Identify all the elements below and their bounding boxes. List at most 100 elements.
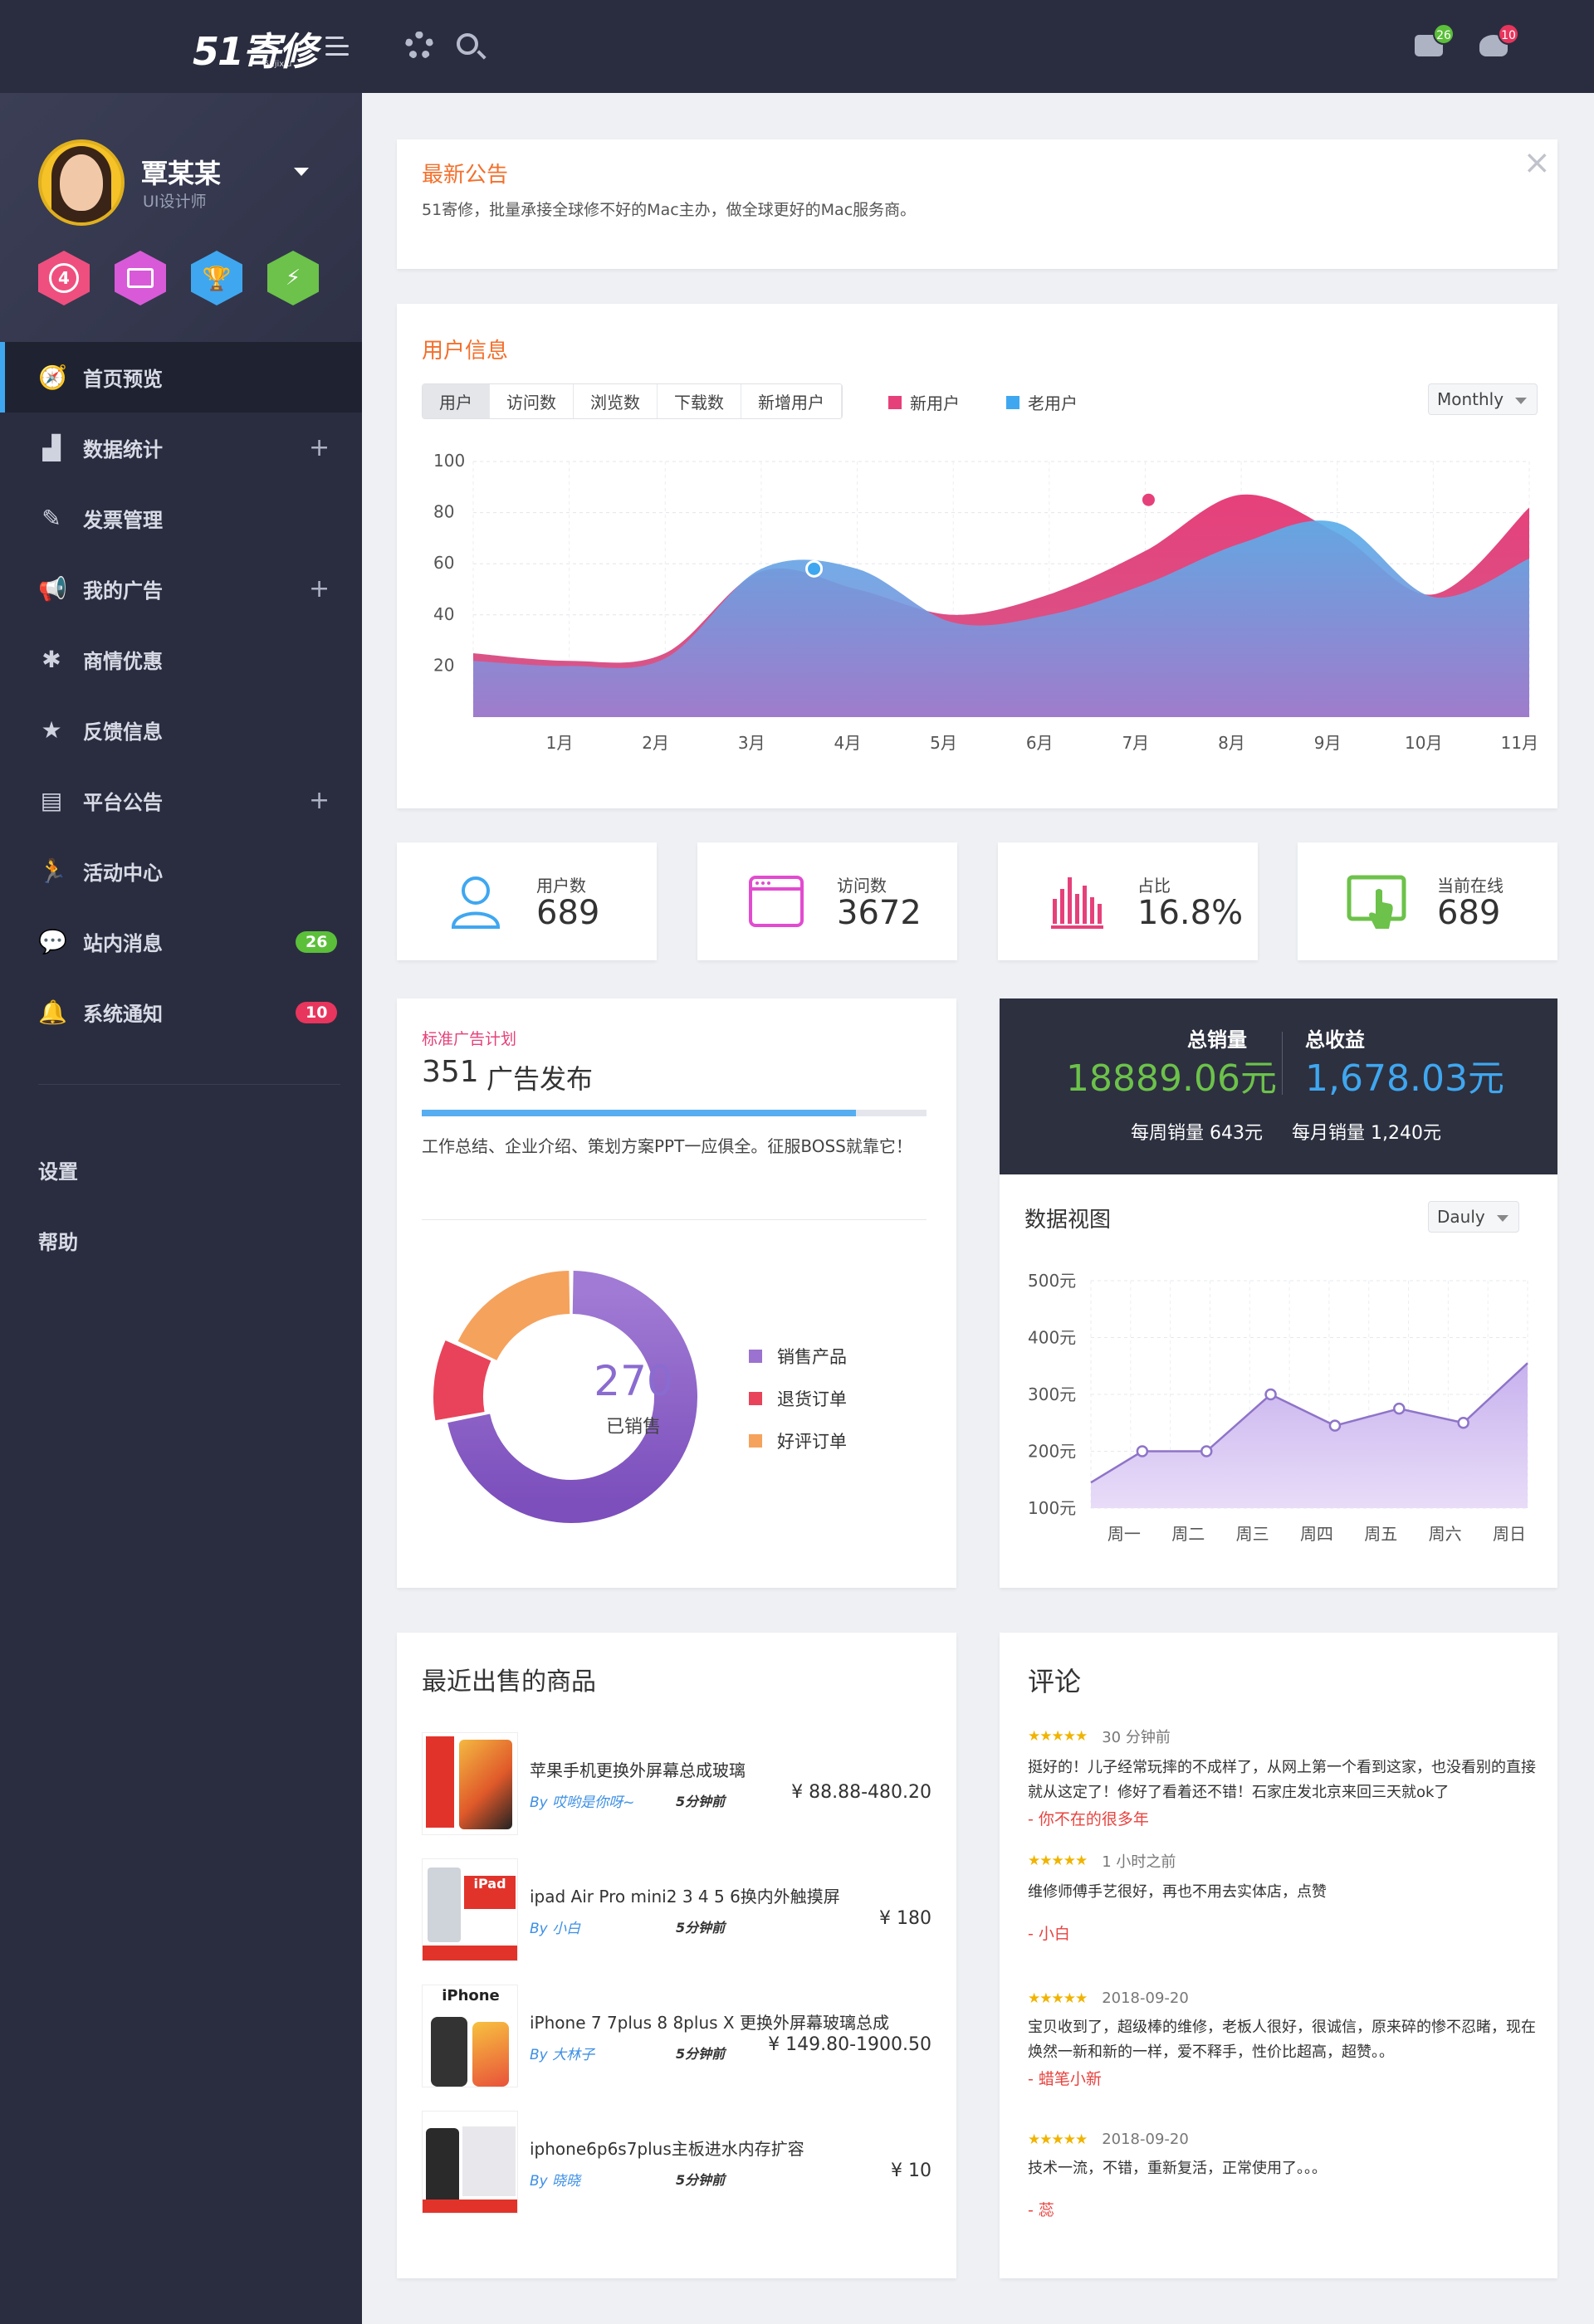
user-info-tabs: 用户 访问数 浏览数 下载数 新增用户 <box>422 383 843 419</box>
discount-icon: ✱ <box>42 645 61 673</box>
sidebar: 51寄修 51jixiu 覃某某 UI设计师 4 🏆 ⚡ 🧭 首页预览 ▟ 数据… <box>0 0 362 2324</box>
x-tick-label: 周二 <box>1171 1524 1205 1544</box>
ad-plan-description: 工作总结、企业介绍、策划方案PPT一应俱全。征服BOSS就靠它！ <box>422 1136 912 1156</box>
avatar[interactable] <box>38 139 125 226</box>
brand-logo[interactable]: 51寄修 <box>193 22 317 76</box>
sidebar-item-activity[interactable]: 🏃 活动中心 <box>0 836 362 906</box>
x-tick-label: 周四 <box>1300 1524 1333 1544</box>
chat-notification-icon[interactable]: 26 <box>1415 23 1455 56</box>
tab-new-users[interactable]: 新增用户 <box>741 384 842 418</box>
expand-plus-icon[interactable]: + <box>309 433 330 462</box>
ad-progress-bar <box>422 1110 927 1116</box>
comment-item: ★★★★★ 2018-09-20 宝贝收到了，超级棒的维修，老板人很好，很诚信，原… <box>1028 1990 1543 2089</box>
user-icon <box>451 876 501 929</box>
rating-stars-icon: ★★★★★ <box>1028 1990 1088 2007</box>
level-badge-icon[interactable]: 4 <box>38 251 90 305</box>
product-seller: By 大林子 <box>530 2047 595 2063</box>
product-name: ipad Air Pro mini2 3 4 5 6换内外触摸屏 <box>530 1887 840 1907</box>
comment-item: ★★★★★ 30 分钟前 挺好的！儿子经常玩摔的不成样了，从网上第一个看到这家，也… <box>1028 1726 1543 1829</box>
id-card-badge-icon[interactable] <box>115 251 166 305</box>
sidebar-item-label: 商情优惠 <box>83 650 163 673</box>
lightning-badge-icon[interactable]: ⚡ <box>267 251 319 305</box>
sidebar-item-home[interactable]: 🧭 首页预览 <box>0 342 362 413</box>
tab-views[interactable]: 浏览数 <box>574 384 658 418</box>
comments-card: 评论 ★★★★★ 30 分钟前 挺好的！儿子经常玩摔的不成样了，从网上第一个看到这… <box>1000 1633 1557 2278</box>
sidebar-item-notifications[interactable]: 🔔 系统通知 10 <box>0 977 362 1047</box>
total-income-value: 1,678.03元 <box>1305 1057 1504 1100</box>
sidebar-item-feedback[interactable]: ★ 反馈信息 <box>0 695 362 765</box>
comment-text: 维修师傅手艺很好，再也不用去实体店，点赞 <box>1028 1883 1327 1901</box>
tab-visits[interactable]: 访问数 <box>490 384 574 418</box>
x-tick-label: 10月 <box>1405 733 1442 753</box>
stat-value: 3672 <box>837 894 922 932</box>
x-tick-label: 6月 <box>1026 733 1054 753</box>
comment-author[interactable]: - 蕊 <box>1028 2198 1543 2220</box>
sidebar-item-ads[interactable]: 📢 我的广告 + <box>0 554 362 624</box>
sidebar-item-label: 我的广告 <box>83 579 163 603</box>
legend-good-reviews: 好评订单 <box>749 1428 847 1453</box>
sidebar-item-messages[interactable]: 💬 站内消息 26 <box>0 906 362 977</box>
rating-stars-icon: ★★★★★ <box>1028 1853 1088 1869</box>
expand-plus-icon[interactable]: + <box>309 786 330 815</box>
daily-area-chart: 100元 200元 300元 400元 500元周一 周二 周三 周四 周五 周六 周日 <box>1028 1271 1528 1544</box>
product-price: ¥ 10 <box>891 2160 931 2181</box>
recent-goods-title: 最近出售的商品 <box>422 1667 596 1697</box>
y-tick-label: 40 <box>433 604 454 624</box>
tab-users[interactable]: 用户 <box>423 384 490 418</box>
trophy-badge-icon[interactable]: 🏆 <box>191 251 242 305</box>
menu-toggle-icon[interactable] <box>325 37 349 56</box>
list-item[interactable]: iphone6p6s7plus主板进水内存扩容 By 晓晓 5分钟前 ¥ 10 <box>422 2111 931 2214</box>
sidebar-item-announcement[interactable]: ▤ 平台公告 + <box>0 765 362 836</box>
megaphone-icon: 📢 <box>38 574 67 603</box>
product-price: ¥ 180 <box>879 1908 931 1929</box>
comment-author[interactable]: - 你不在的很多年 <box>1028 1807 1543 1829</box>
help-link[interactable]: 帮助 <box>38 1226 78 1255</box>
user-info-card: 用户信息 用户 访问数 浏览数 下载数 新增用户 新用户 老用户 Monthly… <box>397 304 1557 808</box>
highlight-point <box>1139 491 1157 509</box>
monthly-sales: 每月销量 1,240元 <box>1292 1123 1441 1144</box>
comment-author[interactable]: - 蜡笔小新 <box>1028 2067 1543 2089</box>
close-icon[interactable]: × <box>1523 146 1551 179</box>
sidebar-nav: 🧭 首页预览 ▟ 数据统计 + ✎ 发票管理 📢 我的广告 + ✱ 商情优惠 ★… <box>0 342 362 1047</box>
x-tick-label: 周六 <box>1429 1524 1462 1544</box>
comment-time: 30 分钟前 <box>1102 1729 1171 1746</box>
profile-dropdown-icon[interactable] <box>294 168 309 176</box>
search-icon[interactable] <box>457 33 478 55</box>
daily-select[interactable]: Dauly <box>1428 1201 1519 1233</box>
list-item[interactable]: iPad ipad Air Pro mini2 3 4 5 6换内外触摸屏 By… <box>422 1858 931 1961</box>
x-tick-label: 8月 <box>1218 733 1245 753</box>
list-item[interactable]: 苹果手机更换外屏幕总成玻璃 By 哎哟是你呀~ 5分钟前 ¥ 88.88-480… <box>422 1732 931 1835</box>
sidebar-item-discount[interactable]: ✱ 商情优惠 <box>0 624 362 695</box>
legend-returns: 退货订单 <box>749 1386 847 1411</box>
document-icon: ▤ <box>40 786 63 814</box>
sidebar-item-label: 平台公告 <box>83 791 163 814</box>
recent-goods-card: 最近出售的商品 苹果手机更换外屏幕总成玻璃 By 哎哟是你呀~ 5分钟前 ¥ 8… <box>397 1633 956 2278</box>
total-sales-value: 18889.06元 <box>1066 1057 1277 1100</box>
product-seller: By 晓晓 <box>530 2173 581 2190</box>
settings-link[interactable]: 设置 <box>38 1155 78 1184</box>
brand-logo-sub: 51jixiu <box>264 60 292 69</box>
ad-plan-card: 标准广告计划 351 广告发布 工作总结、企业介绍、策划方案PPT一应俱全。征服… <box>397 998 956 1588</box>
x-tick-label: 1月 <box>546 733 574 753</box>
data-point <box>1457 1417 1469 1429</box>
period-select[interactable]: Monthly <box>1428 383 1538 415</box>
gear-icon[interactable] <box>405 32 433 60</box>
y-tick-label: 400元 <box>1028 1328 1076 1348</box>
bars-icon <box>1051 877 1103 929</box>
sidebar-item-statistics[interactable]: ▟ 数据统计 + <box>0 413 362 483</box>
comment-time: 2018-09-20 <box>1102 2131 1189 2148</box>
bell-notification-icon[interactable]: 10 <box>1479 23 1519 56</box>
sidebar-item-invoice[interactable]: ✎ 发票管理 <box>0 483 362 554</box>
tab-downloads[interactable]: 下载数 <box>658 384 741 418</box>
comment-author[interactable]: - 小白 <box>1028 1921 1543 1944</box>
donut-slice <box>457 1271 571 1361</box>
expand-plus-icon[interactable]: + <box>309 574 330 603</box>
sidebar-item-label: 数据统计 <box>83 438 163 461</box>
tablet-touch-icon <box>1347 875 1406 929</box>
product-time: 5分钟前 <box>676 1794 726 1809</box>
highlight-point <box>805 559 824 578</box>
announcement-text: 51寄修，批量承接全球修不好的Mac主办，做全球更好的Mac服务商。 <box>422 201 917 219</box>
list-item[interactable]: iPhone iPhone 7 7plus 8 8plus X 更换外屏幕玻璃总… <box>422 1985 931 2087</box>
sidebar-item-label: 站内消息 <box>83 932 163 955</box>
stat-card-ratio: 占比 16.8% <box>998 842 1258 960</box>
